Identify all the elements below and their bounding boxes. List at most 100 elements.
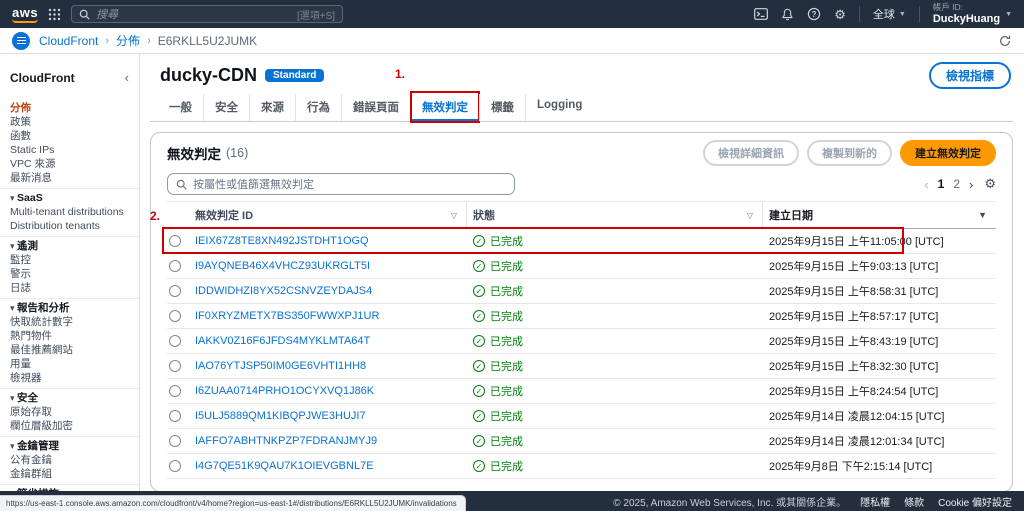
sidebar-item[interactable]: 分佈 xyxy=(0,101,139,115)
table-row[interactable]: IAO76YTJSP50IM0GE6VHTI1HH8 已完成 2025年9月15… xyxy=(167,354,996,379)
notifications-bell-icon[interactable] xyxy=(781,8,794,21)
row-radio-button[interactable] xyxy=(169,335,181,347)
column-header-id[interactable]: 無效判定 ID ▽ xyxy=(189,202,467,228)
invalidation-id-link[interactable]: IF0XRYZMETX7BS350FWWXPJ1UR xyxy=(195,310,379,322)
tab[interactable]: 標籤 xyxy=(479,94,525,121)
column-header-date[interactable]: 建立日期 ▼ xyxy=(763,202,996,228)
footer-link[interactable]: 條款 xyxy=(904,494,924,509)
aws-logo[interactable]: aws xyxy=(12,6,39,23)
sidebar-item[interactable]: 用量 xyxy=(0,357,139,371)
global-search-input[interactable]: 搜尋 [選項+S] xyxy=(71,5,344,23)
footer-link[interactable]: Cookie 偏好設定 xyxy=(938,494,1012,509)
sort-icon[interactable]: ▽ xyxy=(451,211,460,220)
sidebar-item[interactable]: 金鑰群組 xyxy=(0,467,139,481)
sidebar-item[interactable]: 最佳推薦網站 xyxy=(0,343,139,357)
invalidation-id-link[interactable]: IAKKV0Z16F6JFDS4MYKLMTA64T xyxy=(195,335,370,347)
row-radio-button[interactable] xyxy=(169,260,181,272)
table-row[interactable]: IAKKV0Z16F6JFDS4MYKLMTA64T 已完成 2025年9月15… xyxy=(167,329,996,354)
invalidation-id-link[interactable]: I9AYQNEB46X4VHCZ93UKRGLT5I xyxy=(195,260,370,272)
tab[interactable]: 無效判定 1. xyxy=(395,67,480,123)
table-settings-gear-icon[interactable]: ⚙ xyxy=(984,176,996,192)
sidebar-item[interactable]: 監控 xyxy=(0,253,139,267)
services-grid-icon[interactable] xyxy=(48,8,61,21)
sidebar-item[interactable]: 節省措施 xyxy=(0,484,139,491)
help-icon[interactable]: ? xyxy=(807,7,821,21)
breadcrumb-item[interactable]: 分佈 xyxy=(116,32,140,49)
sidebar-item[interactable]: 函數 xyxy=(0,129,139,143)
sidebar-item[interactable]: VPC 來源 xyxy=(0,157,139,171)
invalidation-id-link[interactable]: I4G7QE51K9QAU7K1OIEVGBNL7E xyxy=(195,460,374,472)
sidebar-item[interactable]: Multi-tenant distributions xyxy=(0,205,139,219)
invalidation-id-link[interactable]: I5ULJ5889QM1KIBQPJWE3HUJI7 xyxy=(195,410,366,422)
breadcrumb-item[interactable]: E6RKLL5U2JUMK xyxy=(158,34,257,48)
status-check-circle-icon xyxy=(473,335,485,347)
footer-link[interactable]: 隱私權 xyxy=(860,494,890,509)
settings-gear-icon[interactable]: ⚙ xyxy=(834,8,846,21)
sidebar-item[interactable]: 遙測 xyxy=(0,236,139,253)
tab[interactable]: Logging xyxy=(525,94,593,121)
row-radio-button[interactable] xyxy=(169,285,181,297)
sidebar-item[interactable]: 報告和分析 xyxy=(0,298,139,315)
sidebar-item[interactable]: 熱門物件 xyxy=(0,329,139,343)
collapse-sidebar-icon[interactable]: ‹ xyxy=(125,70,129,85)
copy-to-new-button[interactable]: 複製到新的 xyxy=(807,140,892,166)
invalidation-id-link[interactable]: IAFFO7ABHTNKPZP7FDRANJMYJ9 xyxy=(195,435,377,447)
sidebar-item[interactable]: 警示 xyxy=(0,267,139,281)
table-row[interactable]: IDDWIDHZI8YX52CSNVZEYDAJS4 已完成 2025年9月15… xyxy=(167,279,996,304)
table-row[interactable]: I4G7QE51K9QAU7K1OIEVGBNL7E 已完成 2025年9月8日… xyxy=(167,454,996,479)
sidebar-item[interactable]: 欄位層級加密 xyxy=(0,419,139,433)
next-page-button[interactable]: › xyxy=(969,177,973,192)
sidebar-toggle-button[interactable] xyxy=(12,31,30,50)
tab[interactable]: 來源 xyxy=(249,94,295,121)
row-radio-button[interactable] xyxy=(169,360,181,372)
sidebar-item[interactable]: 公有金鑰 xyxy=(0,453,139,467)
breadcrumb-item[interactable]: CloudFront xyxy=(39,34,98,48)
table-row[interactable]: 2. IEIX67Z8TE8XN492JSTDHT1OGQ 已完成 2025年9… xyxy=(150,209,996,254)
table-row[interactable]: I5ULJ5889QM1KIBQPJWE3HUJI7 已完成 2025年9月14… xyxy=(167,404,996,429)
view-metrics-button[interactable]: 檢視指標 xyxy=(928,61,1011,89)
page-number[interactable]: 2 xyxy=(953,177,960,191)
tab[interactable]: 行為 xyxy=(295,94,341,121)
sidebar-item[interactable]: SaaS xyxy=(0,188,139,205)
row-radio-button[interactable] xyxy=(169,235,181,247)
sidebar-item[interactable]: Distribution tenants xyxy=(0,219,139,233)
filter-input[interactable]: 按屬性或值篩選無效判定 xyxy=(167,173,515,195)
row-radio-button[interactable] xyxy=(169,435,181,447)
invalidation-id-link[interactable]: I6ZUAA0714PRHO1OCYXVQ1J86K xyxy=(195,385,374,397)
column-header-status[interactable]: 狀態 ▽ xyxy=(467,202,763,228)
sidebar-item[interactable]: 政策 xyxy=(0,115,139,129)
invalidation-id-link[interactable]: IEIX67Z8TE8XN492JSTDHT1OGQ xyxy=(195,235,369,247)
table-row[interactable]: I6ZUAA0714PRHO1OCYXVQ1J86K 已完成 2025年9月15… xyxy=(167,379,996,404)
tab[interactable]: 一般 xyxy=(158,94,203,121)
account-menu[interactable]: 帳戶 ID: DuckyHuang ▼ xyxy=(933,2,1012,25)
page-number[interactable]: 1 xyxy=(938,177,945,191)
row-radio-button[interactable] xyxy=(169,460,181,472)
sort-icon[interactable]: ▽ xyxy=(747,211,756,220)
table-row[interactable]: IF0XRYZMETX7BS350FWWXPJ1UR 已完成 2025年9月15… xyxy=(167,304,996,329)
sidebar-item[interactable]: 安全 xyxy=(0,388,139,405)
view-details-button[interactable]: 檢視詳細資訊 xyxy=(703,140,799,166)
row-radio-button[interactable] xyxy=(169,410,181,422)
sidebar-item[interactable]: 原始存取 xyxy=(0,405,139,419)
previous-page-button[interactable]: ‹ xyxy=(924,177,928,192)
cloudshell-icon[interactable] xyxy=(754,8,769,20)
page-header: ducky-CDN Standard 檢視指標 xyxy=(150,61,1013,89)
sidebar-item[interactable]: 最新消息 xyxy=(0,171,139,185)
table-row[interactable]: I9AYQNEB46X4VHCZ93UKRGLT5I 已完成 2025年9月15… xyxy=(167,254,996,279)
table-row[interactable]: IAFFO7ABHTNKPZP7FDRANJMYJ9 已完成 2025年9月14… xyxy=(167,429,996,454)
sidebar-item[interactable]: 日誌 xyxy=(0,281,139,295)
invalidation-id-link[interactable]: IAO76YTJSP50IM0GE6VHTI1HH8 xyxy=(195,360,366,372)
sort-descending-icon[interactable]: ▼ xyxy=(978,210,990,220)
region-selector[interactable]: 全球 ▼ xyxy=(873,6,906,22)
sidebar-item[interactable]: 快取統計數字 xyxy=(0,315,139,329)
refresh-icon[interactable] xyxy=(998,34,1012,48)
sidebar-item[interactable]: 檢視器 xyxy=(0,371,139,385)
invalidation-id-link[interactable]: IDDWIDHZI8YX52CSNVZEYDAJS4 xyxy=(195,285,372,297)
row-radio-button[interactable] xyxy=(169,385,181,397)
create-invalidation-button[interactable]: 建立無效判定 xyxy=(900,140,996,166)
tab[interactable]: 錯誤頁面 xyxy=(341,94,410,121)
sidebar-item[interactable]: 金鑰管理 xyxy=(0,436,139,453)
sidebar-item[interactable]: Static IPs xyxy=(0,143,139,157)
tab[interactable]: 安全 xyxy=(203,94,249,121)
row-radio-button[interactable] xyxy=(169,310,181,322)
